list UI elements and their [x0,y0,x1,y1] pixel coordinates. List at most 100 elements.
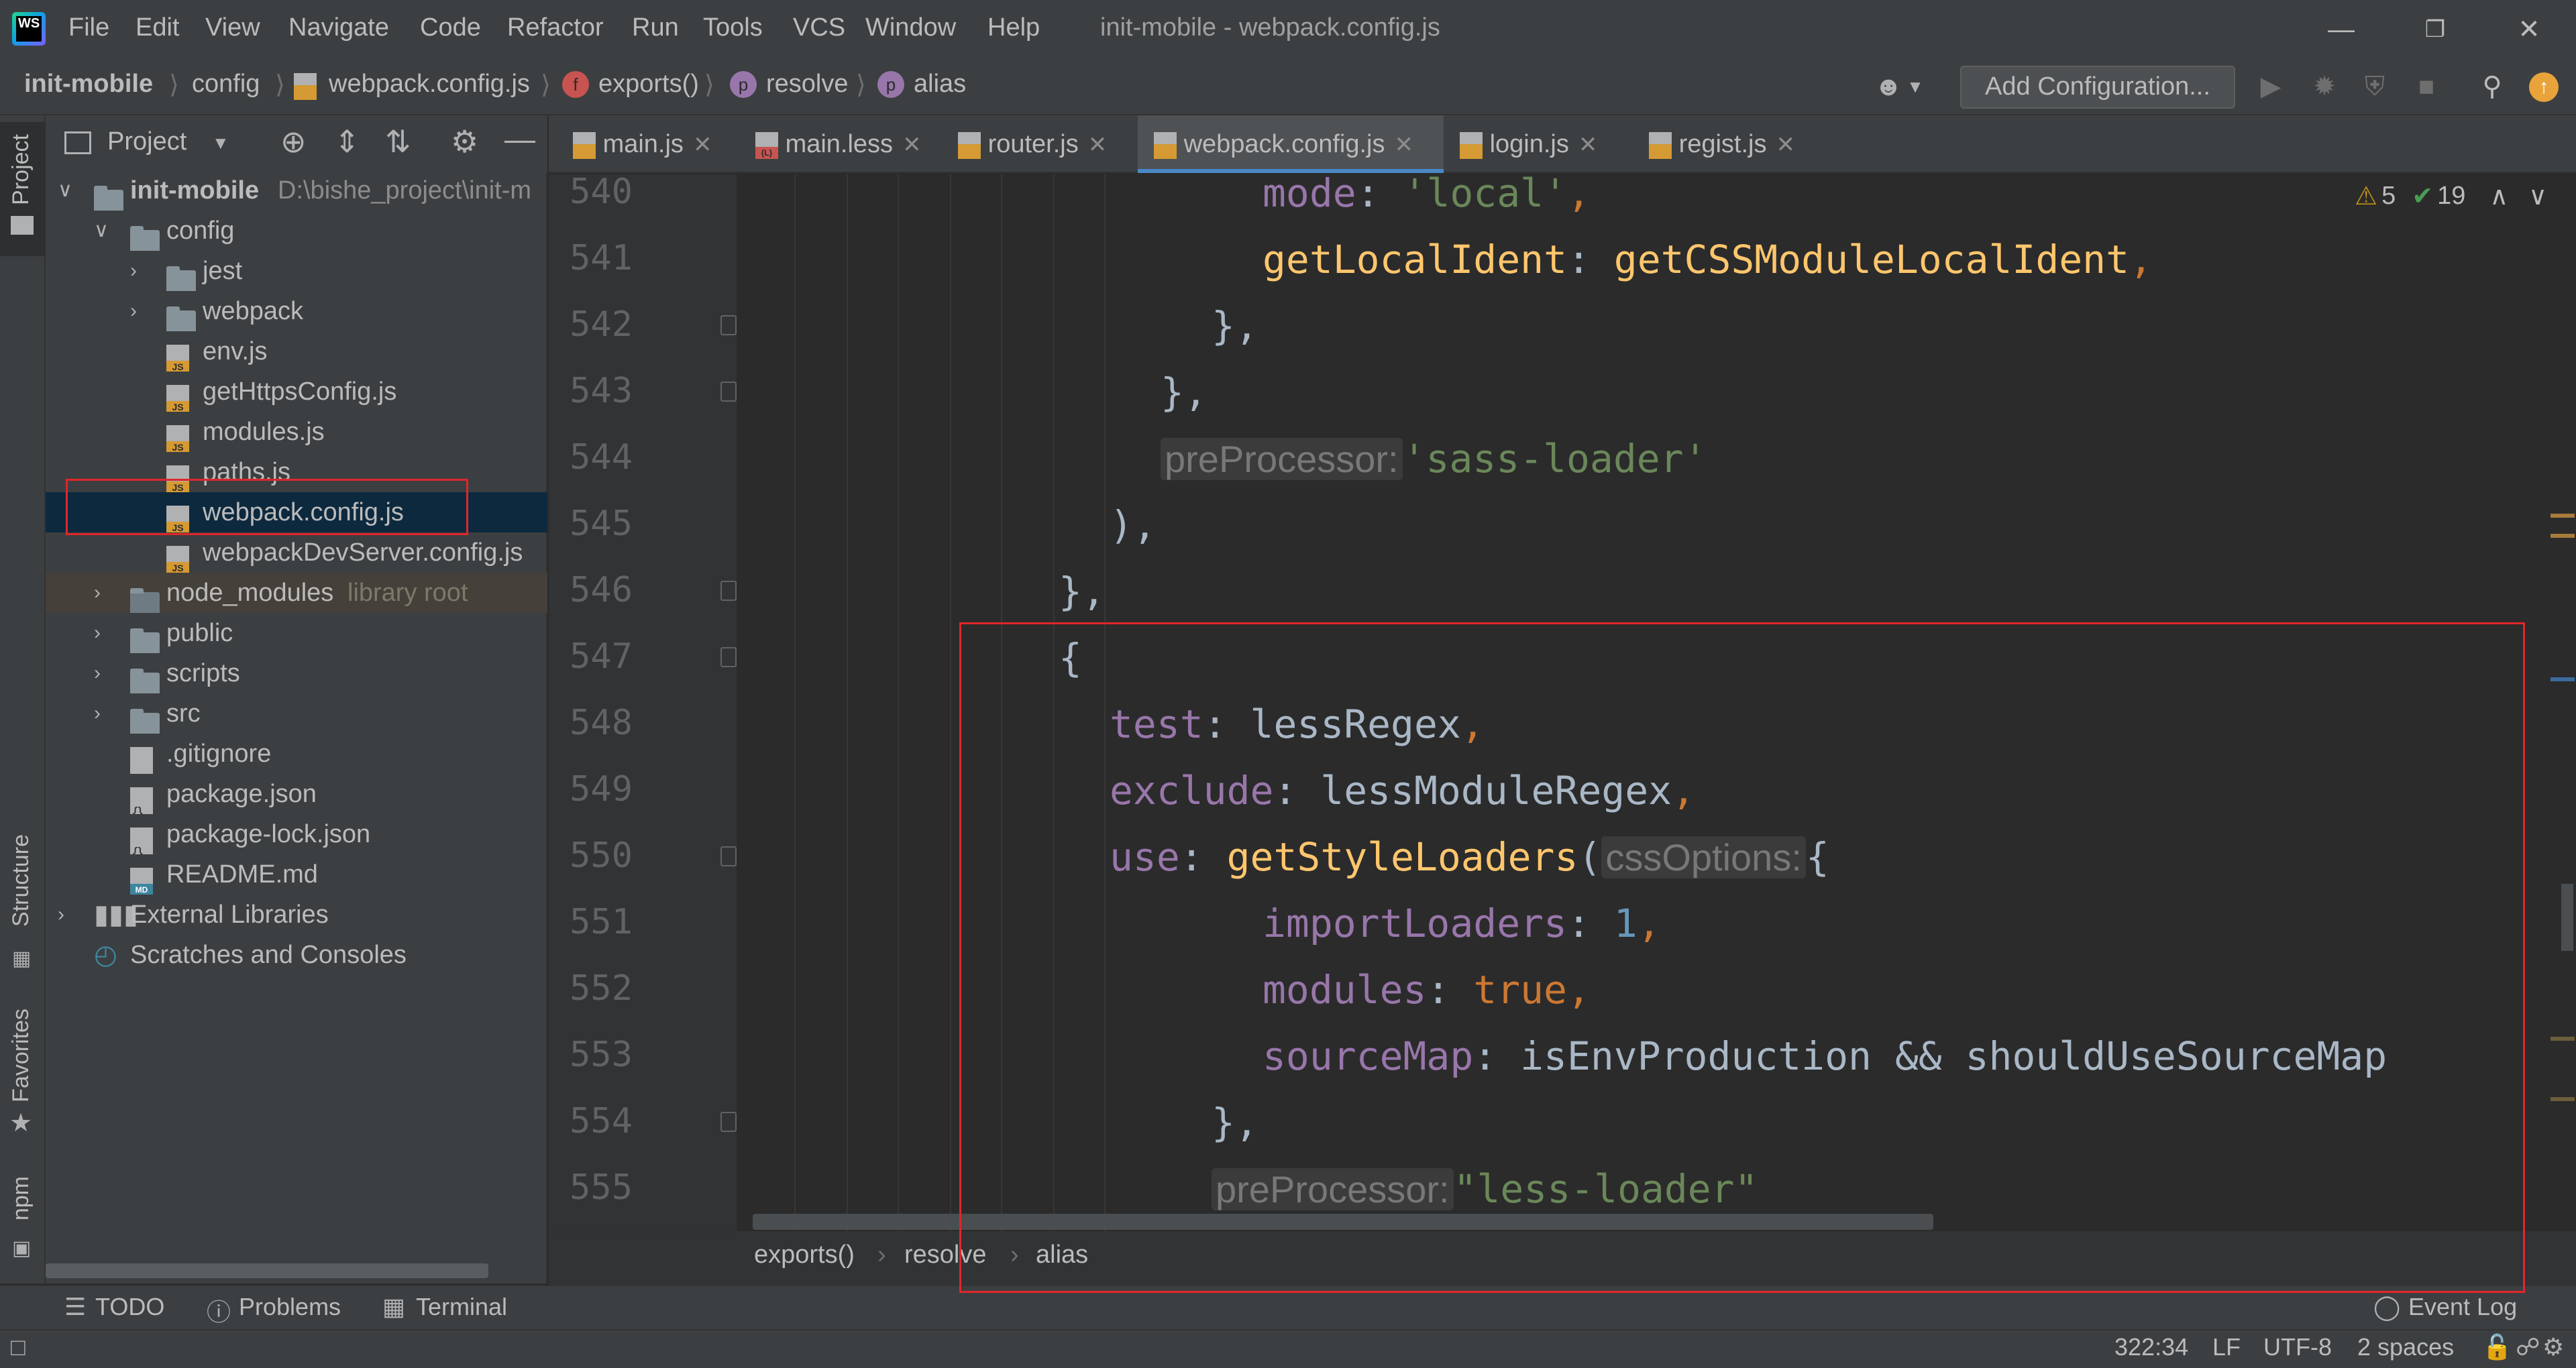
toggle-tool-windows-icon[interactable]: □ [11,1333,25,1361]
event-log-tool-button[interactable]: Event Log [2408,1293,2517,1321]
nav-crumb-resolve[interactable]: resolve [766,70,849,99]
tab-webpack-config-js[interactable]: webpack.config.js ✕ [1138,115,1444,173]
tree-item-readme-md[interactable]: README.md [46,854,547,895]
menu-run[interactable]: Run [632,13,679,42]
chevron-right-icon[interactable]: › [94,653,101,693]
lock-icon[interactable]: 🔓 [2482,1333,2512,1361]
chevron-right-icon[interactable]: › [94,693,101,734]
project-panel-title[interactable]: Project [107,127,186,156]
tree-item-scratches[interactable]: ◴ Scratches and Consoles [46,935,547,975]
tree-item-src[interactable]: › src [46,693,547,734]
expand-all-icon[interactable]: ⇕ [334,123,360,160]
tree-item-config[interactable]: ∨ config [46,211,547,251]
tab-main-js[interactable]: main.js ✕ [557,115,739,173]
tab-login-js[interactable]: login.js ✕ [1444,115,1633,173]
menu-view[interactable]: View [205,13,260,42]
chevron-down-icon[interactable]: ▼ [212,133,229,154]
code-line-546[interactable]: }, [1059,569,1106,614]
code-line-543[interactable]: }, [1161,369,1208,415]
close-tab-icon[interactable]: ✕ [1088,132,1108,158]
tree-item-jest[interactable]: › jest [46,251,547,291]
locate-icon[interactable]: ⊕ [280,123,307,160]
menu-window[interactable]: Window [865,13,956,42]
tree-item-scripts[interactable]: › scripts [46,653,547,693]
close-tab-icon[interactable]: ✕ [1578,132,1598,158]
fold-marker-icon[interactable] [720,581,737,601]
notifications-icon[interactable]: ⚙ [2542,1333,2564,1361]
code-line-540[interactable]: mode: 'local', [1263,170,1591,216]
tab-regist-js[interactable]: regist.js ✕ [1633,115,1827,173]
menu-file[interactable]: File [68,13,109,42]
code-line-542[interactable]: }, [1212,303,1258,349]
tree-item-init-mobile[interactable]: ∨ init-mobile D:\bishe_project\init-m [46,170,547,211]
restore-icon[interactable]: ❐ [2415,9,2455,50]
search-icon[interactable]: ⚲ [2475,70,2509,103]
tree-item-env-js[interactable]: env.js [46,331,547,372]
favorites-tab-label[interactable]: Favorites [8,1009,34,1102]
next-highlight-icon[interactable]: ∨ [2528,181,2547,211]
todo-tool-button[interactable]: TODO [95,1293,164,1321]
tree-item-node-modules[interactable]: › node_modules library root [46,573,547,613]
project-tab-label[interactable]: Project [8,134,34,205]
fold-marker-icon[interactable] [720,846,737,866]
terminal-tool-button[interactable]: Terminal [416,1293,507,1321]
tab-router-js[interactable]: router.js ✕ [942,115,1138,173]
tree-item-modules-js[interactable]: modules.js [46,412,547,452]
debug-icon[interactable]: ✹ [2308,70,2341,103]
breadcrumb-exports[interactable]: exports() [754,1241,855,1269]
line-separator[interactable]: LF [2212,1333,2241,1361]
menu-vcs[interactable]: VCS [793,13,845,42]
tree-item-package-lock-json[interactable]: package-lock.json [46,814,547,854]
code-line-545[interactable]: ), [1110,502,1157,548]
project-horizontal-scrollbar[interactable] [46,1263,488,1278]
error-stripe-marker[interactable] [2551,677,2575,681]
close-icon[interactable]: ✕ [2509,9,2549,50]
add-configuration-button[interactable]: Add Configuration... [1960,66,2235,109]
menu-tools[interactable]: Tools [703,13,763,42]
indent-setting[interactable]: 2 spaces [2357,1333,2454,1361]
chevron-right-icon[interactable]: › [58,895,64,935]
run-icon[interactable]: ▶ [2254,70,2288,103]
chevron-right-icon[interactable]: › [130,251,137,291]
tree-item-gethttpsconfig-js[interactable]: getHttpsConfig.js [46,372,547,412]
tree-item-webpack[interactable]: › webpack [46,291,547,331]
error-stripe-marker[interactable] [2551,1097,2575,1101]
inspection-widget[interactable]: ⚠ 5 ✔ 19 ∧ ∨ [2355,181,2547,211]
previous-highlight-icon[interactable]: ∧ [2489,181,2508,211]
tree-item-public[interactable]: › public [46,613,547,653]
minimize-icon[interactable]: — [2321,9,2361,50]
collapse-all-icon[interactable]: ⇅ [385,123,411,160]
error-stripe-marker[interactable] [2551,514,2575,518]
chevron-right-icon[interactable]: › [94,573,101,613]
close-tab-icon[interactable]: ✕ [1395,132,1414,158]
tab-main-less[interactable]: main.less ✕ [739,115,954,173]
editor-vertical-scrollbar[interactable] [2561,884,2573,951]
caret-position[interactable]: 322:34 [2114,1333,2188,1361]
close-tab-icon[interactable]: ✕ [1776,132,1795,158]
update-icon[interactable]: ↑ [2529,72,2559,102]
tree-item-package-json[interactable]: package.json [46,774,547,814]
nav-crumb-config[interactable]: config [192,70,260,99]
problems-tool-button[interactable]: Problems [239,1293,341,1321]
menu-navigate[interactable]: Navigate [288,13,389,42]
code-line-541[interactable]: getLocalIdent: getCSSModuleLocalIdent, [1263,237,2153,282]
error-stripe-marker[interactable] [2551,1037,2575,1041]
chevron-down-icon[interactable]: ∨ [94,211,109,251]
coverage-icon[interactable]: ⛨ [2358,70,2392,103]
tree-item-gitignore[interactable]: .gitignore [46,734,547,774]
fold-marker-icon[interactable] [720,647,737,667]
menu-code[interactable]: Code [420,13,481,42]
settings-gear-icon[interactable]: ⚙ [451,123,478,160]
chevron-right-icon[interactable]: › [130,291,137,331]
chevron-down-icon[interactable]: ▼ [1898,70,1932,103]
menu-edit[interactable]: Edit [136,13,179,42]
fold-marker-icon[interactable] [720,382,737,402]
nav-crumb-project[interactable]: init-mobile [24,70,153,99]
error-stripe-marker[interactable] [2551,534,2575,538]
fold-marker-icon[interactable] [720,1112,737,1132]
close-tab-icon[interactable]: ✕ [902,132,922,158]
menu-help[interactable]: Help [987,13,1040,42]
menu-refactor[interactable]: Refactor [507,13,604,42]
close-tab-icon[interactable]: ✕ [693,132,712,158]
nav-crumb-file[interactable]: webpack.config.js [329,70,530,99]
